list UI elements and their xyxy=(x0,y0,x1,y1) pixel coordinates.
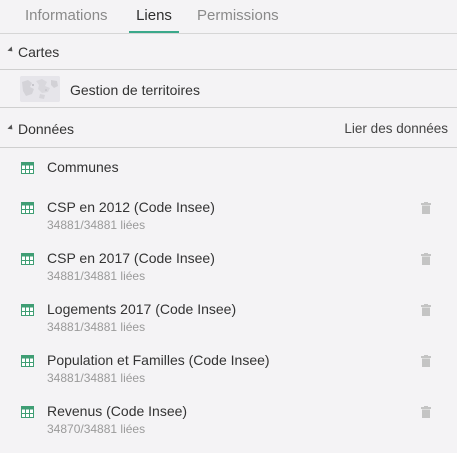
caret-down-icon[interactable] xyxy=(7,46,15,54)
list-item[interactable]: CSP en 2017 (Code Insee) 34881/34881 lié… xyxy=(0,250,457,300)
data-item-name: Revenus (Code Insee) xyxy=(47,403,188,419)
map-thumbnail xyxy=(20,76,60,102)
table-icon xyxy=(21,405,34,423)
data-item-name: CSP en 2017 (Code Insee) xyxy=(47,250,215,266)
data-item-status: 34881/34881 liées xyxy=(47,269,146,283)
table-icon xyxy=(21,354,34,372)
donnees-section-header[interactable]: Données Lier des données xyxy=(0,109,457,148)
donnees-title: Données xyxy=(18,121,75,137)
tab-permissions[interactable]: Permissions xyxy=(197,7,279,33)
tab-bar: Informations Liens Permissions xyxy=(0,0,457,34)
map-item-label: Gestion de territoires xyxy=(70,82,200,98)
cartes-section-header[interactable]: Cartes xyxy=(0,34,457,70)
map-item[interactable]: Gestion de territoires xyxy=(0,71,457,108)
table-icon xyxy=(21,201,34,219)
trash-icon[interactable] xyxy=(421,405,431,423)
trash-icon[interactable] xyxy=(421,201,431,219)
table-icon xyxy=(21,303,34,321)
data-item-name: Communes xyxy=(47,159,119,175)
data-item-status: 34870/34881 liées xyxy=(47,422,146,436)
caret-down-icon[interactable] xyxy=(7,124,15,132)
data-item-name: Logements 2017 (Code Insee) xyxy=(47,301,237,317)
data-item-status: 34881/34881 liées xyxy=(47,371,146,385)
data-item-name: CSP en 2012 (Code Insee) xyxy=(47,199,215,215)
data-item-name: Population et Familles (Code Insee) xyxy=(47,352,270,368)
table-icon xyxy=(21,252,34,270)
tab-liens[interactable]: Liens xyxy=(129,7,179,33)
cartes-title: Cartes xyxy=(18,44,60,60)
trash-icon[interactable] xyxy=(421,303,431,321)
trash-icon[interactable] xyxy=(421,354,431,372)
tab-informations[interactable]: Informations xyxy=(25,7,108,33)
list-item[interactable]: Revenus (Code Insee) 34870/34881 liées xyxy=(0,403,457,453)
data-item-status: 34881/34881 liées xyxy=(47,218,146,232)
data-item-status: 34881/34881 liées xyxy=(47,320,146,334)
link-data-button[interactable]: Lier des données xyxy=(344,121,448,136)
list-item[interactable]: CSP en 2012 (Code Insee) 34881/34881 lié… xyxy=(0,199,457,249)
list-item[interactable]: Population et Familles (Code Insee) 3488… xyxy=(0,352,457,402)
trash-icon[interactable] xyxy=(421,252,431,270)
table-icon xyxy=(21,161,34,179)
list-item[interactable]: Logements 2017 (Code Insee) 34881/34881 … xyxy=(0,301,457,351)
